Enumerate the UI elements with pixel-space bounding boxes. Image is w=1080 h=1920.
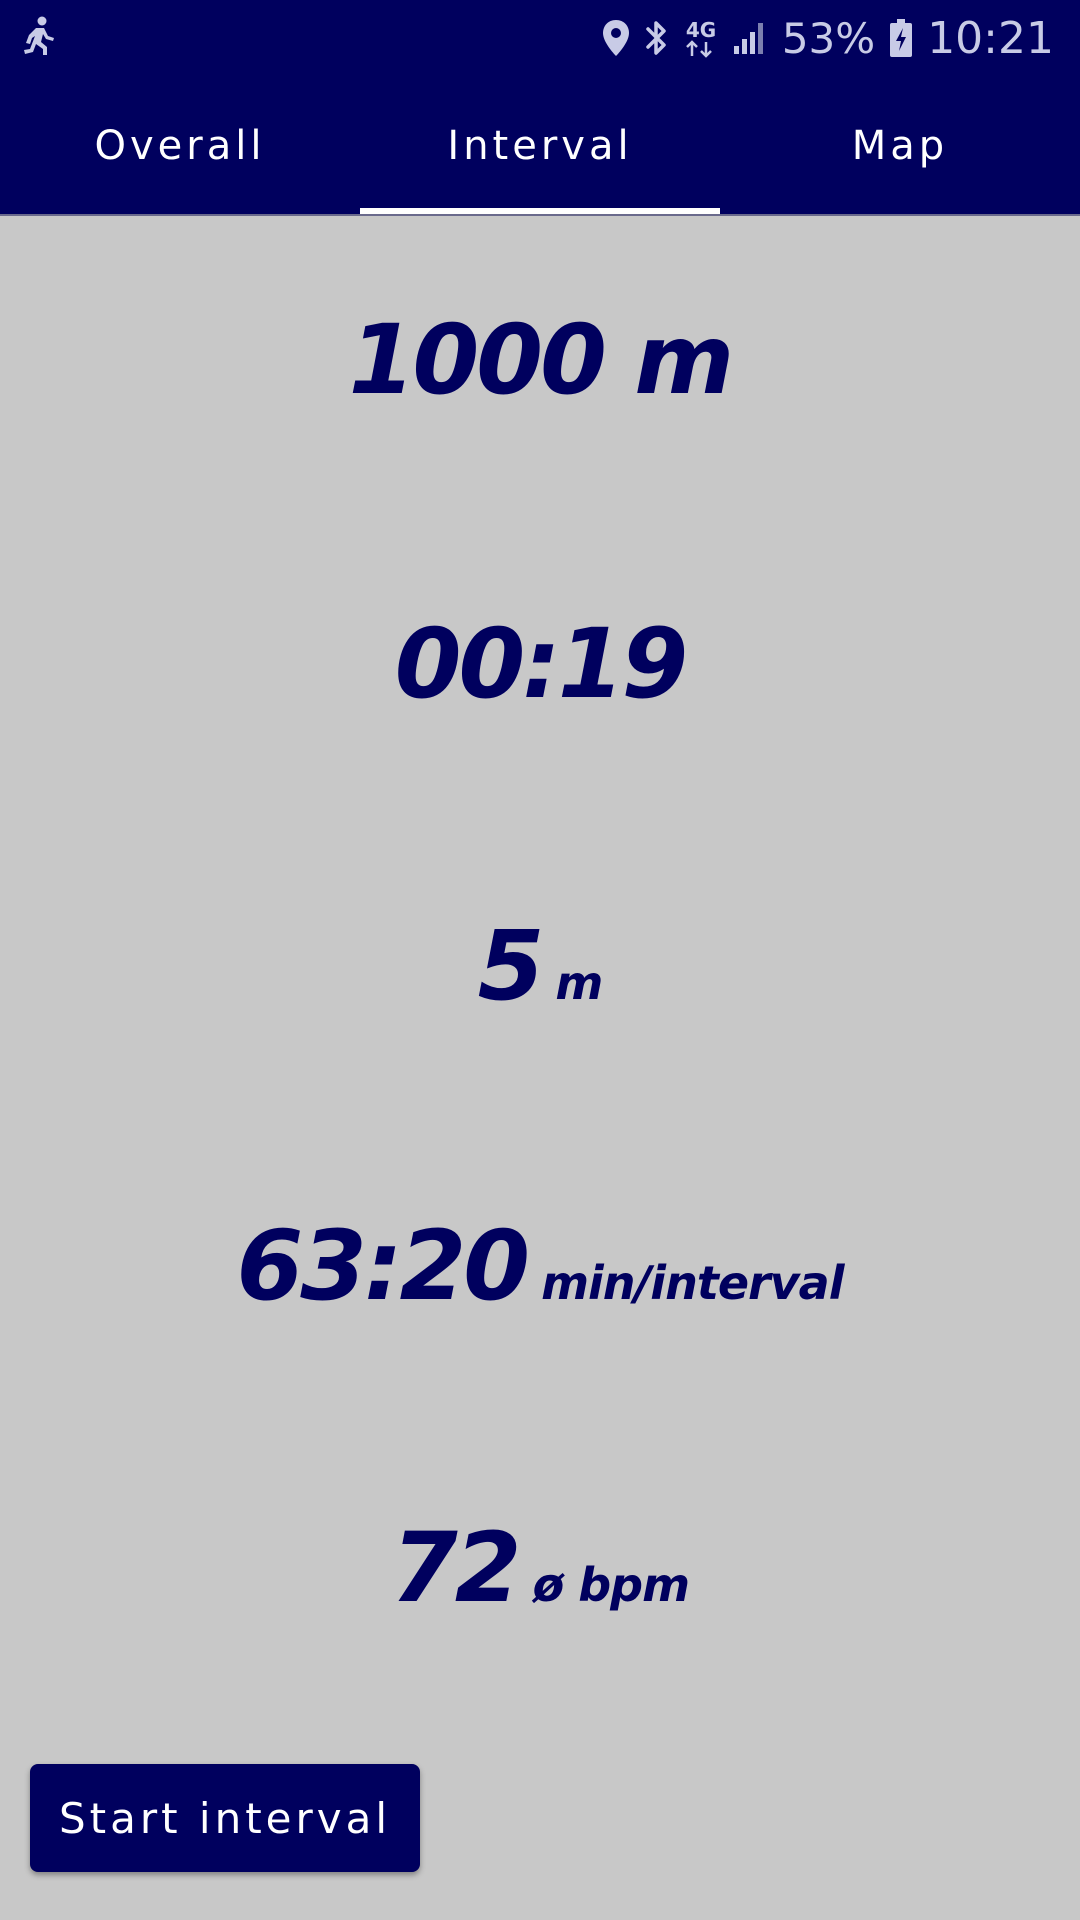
- tab-map[interactable]: Map: [720, 78, 1080, 214]
- heart-rate: 72 ø bpm: [0, 1520, 1080, 1616]
- tab-divider: [0, 214, 1080, 216]
- running-person-icon: [22, 16, 56, 56]
- network-4g-icon: 4G: [684, 16, 718, 60]
- interval-pace-value: 63:20: [236, 1210, 530, 1322]
- interval-time-value: 00:19: [394, 608, 689, 720]
- covered-distance-unit: m: [555, 956, 603, 1010]
- heart-rate-value: 72: [391, 1512, 522, 1624]
- interval-pace-unit: min/interval: [541, 1256, 844, 1310]
- battery-charging-icon: [889, 18, 913, 58]
- covered-distance-value: 5: [477, 910, 545, 1022]
- tab-bar: Overall Interval Map: [0, 78, 1080, 214]
- interval-distance: 1000 m: [0, 312, 1080, 408]
- start-interval-button[interactable]: Start interval: [30, 1764, 420, 1872]
- tab-interval[interactable]: Interval: [360, 78, 720, 214]
- heart-rate-unit: ø bpm: [532, 1558, 690, 1612]
- location-pin-icon: [602, 19, 630, 57]
- bluetooth-icon: [644, 18, 670, 58]
- tab-overall[interactable]: Overall: [0, 78, 360, 214]
- covered-distance: 5m: [0, 918, 1080, 1014]
- interval-pace: 63:20 min/interval: [0, 1218, 1080, 1314]
- clock: 10:21: [927, 12, 1054, 64]
- status-bar: 4G 53% 10:21: [0, 0, 1080, 78]
- interval-distance-value: 1000 m: [348, 304, 735, 416]
- signal-strength-icon: [732, 20, 768, 56]
- battery-percent: 53%: [781, 13, 876, 63]
- network-label: 4G: [685, 18, 717, 42]
- status-icons: 4G 53% 10:21: [602, 8, 1054, 68]
- interval-time: 00:19: [0, 616, 1080, 712]
